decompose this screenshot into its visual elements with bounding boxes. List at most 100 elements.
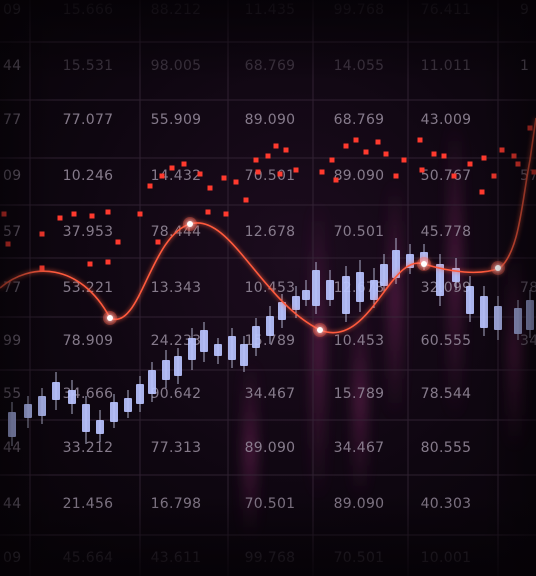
grid-number: 70.501 [245,168,296,184]
red-dot [159,173,165,179]
red-dot [363,149,369,155]
edge-number-fragment: 55 [3,386,21,402]
candle-body [174,356,182,376]
red-dot [499,147,505,153]
candle-body [480,296,488,328]
red-dot [417,137,423,143]
red-dot [243,197,249,203]
red-dot [1,211,7,217]
red-dot [233,179,239,185]
grid-number: 68.769 [245,58,296,74]
red-dot [451,173,457,179]
red-dot [137,211,143,217]
edge-number-fragment: 09 [3,2,21,18]
grid-number: 70.501 [334,224,385,240]
red-dot [57,215,63,221]
grid-number: 89.090 [245,440,296,456]
candle-body [356,272,364,302]
red-dot [479,189,485,195]
grid-number: 50.767 [421,168,472,184]
red-dot [333,177,339,183]
candle-body [124,398,132,412]
grid-number: 15.531 [63,58,114,74]
red-dot [383,151,389,157]
candle-body [266,316,274,336]
grid-number: 45.664 [63,550,114,566]
red-dot [441,153,447,159]
red-dot [253,157,259,163]
grid-number: 78.544 [421,386,472,402]
candle-body [494,306,502,330]
candle-body [370,280,378,300]
edge-number-fragment: 99 [3,333,21,349]
candle-body [380,264,388,286]
red-dot [71,211,77,217]
red-dot [283,147,289,153]
red-dot [169,165,175,171]
red-dot [481,155,487,161]
grid-number: 21.456 [63,496,114,512]
red-dot [375,139,381,145]
candle-body [252,326,260,348]
red-dot [197,171,203,177]
grid-number: 60.555 [421,333,472,349]
grid-number-faded: 11.435 [245,2,296,18]
grid-number: 98.005 [151,58,202,74]
grid-number: 11.011 [421,58,472,74]
red-dot [511,153,517,159]
red-dot [207,185,213,191]
curve-node [495,265,501,271]
grid-number-faded: 76.411 [421,2,472,18]
red-dot [491,173,497,179]
candlestick-chart-artwork: 15.531 98.005 68.769 14.055 11.011 77.077 55.9… [0,0,536,576]
red-dot [89,213,95,219]
candle-body [302,290,310,300]
grid-number: 10.453 [334,333,385,349]
candle-body [240,344,248,366]
edge-number-fragment: 77 [3,280,21,296]
red-dot [155,239,161,245]
red-dot [223,211,229,217]
red-dot [87,261,93,267]
candle-body [96,420,104,434]
candle-body [526,300,534,330]
red-dot [273,143,279,149]
grid-number: 43.611 [151,550,202,566]
grid-number: 15.789 [334,386,385,402]
red-dot [515,161,521,167]
candle-body [342,276,350,314]
candle-body [466,286,474,314]
grid-number: 77.077 [63,112,114,128]
grid-number: 68.769 [334,112,385,128]
candle-body [110,402,118,422]
grid-number: 34.467 [245,386,296,402]
curve-node [107,315,113,321]
grid-number: 43.009 [421,112,472,128]
edge-number-fragment: 78 [520,280,536,296]
edge-number-fragment: 57 [3,224,21,240]
grid-number: 55.909 [151,112,202,128]
red-dot [105,259,111,265]
candle-body [214,344,222,356]
curve-node [317,327,323,333]
red-dot [329,157,335,163]
grid-number: 16.798 [151,496,202,512]
grid-number-faded: 99.768 [334,2,385,18]
grid-number: 78.909 [63,333,114,349]
candle-body [136,384,144,404]
glow-streak [388,180,402,420]
grid-number: 13.343 [151,280,202,296]
red-dot [343,143,349,149]
candle-body [292,296,300,310]
red-dot [5,241,11,247]
red-dot [221,175,227,181]
candle-body [162,360,170,380]
grid-number: 12.678 [245,224,296,240]
candle-body [68,390,76,404]
red-dot [205,209,211,215]
grid-number-faded: 88.212 [151,2,202,18]
grid-number: 99.768 [245,550,296,566]
red-dot [431,151,437,157]
red-dot [319,169,325,175]
grid-number: 89.090 [245,112,296,128]
